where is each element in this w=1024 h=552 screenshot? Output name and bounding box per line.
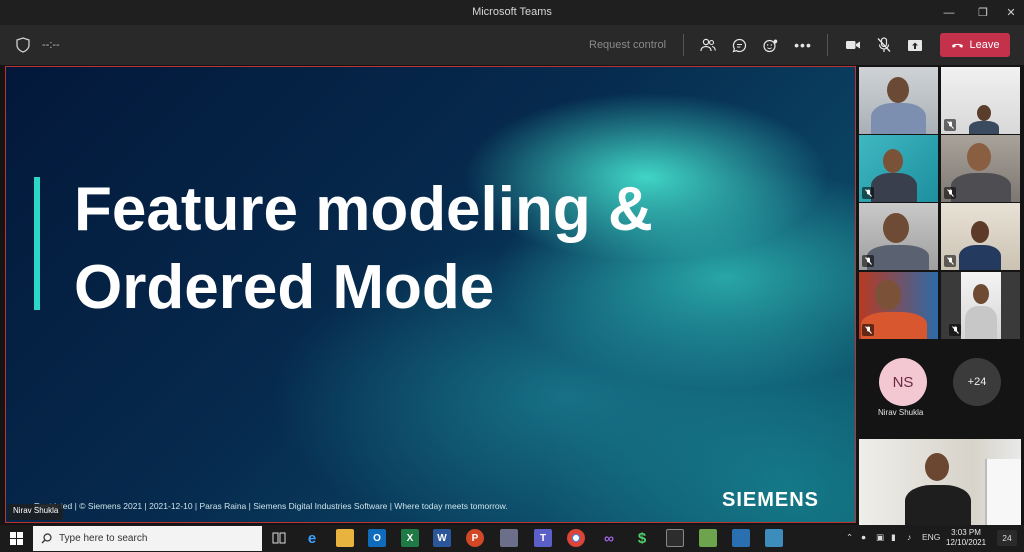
reactions-icon[interactable] [760,34,782,56]
edge-icon[interactable]: e [303,529,321,547]
self-view-tile[interactable] [859,439,1021,525]
participant-tile[interactable] [859,135,938,202]
visual-studio-icon[interactable]: ∞ [600,529,618,547]
mic-muted-icon [862,324,874,336]
slide-title: Feature modeling & Ordered Mode [74,171,834,327]
leave-label: Leave [969,39,1000,51]
participant-tile[interactable] [941,67,1020,134]
volume-icon[interactable]: ♪ [907,532,911,542]
windows-start-icon[interactable] [10,532,23,545]
taskbar-clock[interactable]: 3:03 PM 12/10/2021 [946,528,986,548]
mic-muted-icon [944,255,956,267]
app-icon[interactable] [765,529,783,547]
shield-icon[interactable] [16,37,30,53]
participant-tile[interactable] [941,272,1020,339]
share-screen-icon[interactable] [904,34,926,56]
taskbar-search-box[interactable]: Type here to search [33,526,262,551]
participant-tile[interactable] [941,203,1020,270]
toolbar-divider [683,34,684,56]
meeting-toolbar: --:-- Request control ••• Leave [0,25,1024,65]
chat-icon[interactable] [728,34,750,56]
search-placeholder: Type here to search [59,533,148,544]
app-icon[interactable] [732,529,750,547]
meeting-timer: --:-- [42,39,60,51]
leave-button[interactable]: Leave [940,33,1010,57]
restore-icon[interactable]: ❐ [968,0,998,25]
windows-taskbar: Type here to search e O X W P T ∞ $ ⌃ ● … [0,525,1024,552]
avatar[interactable]: NS [879,358,927,406]
minimize-icon[interactable]: — [934,0,964,25]
powerpoint-icon[interactable]: P [466,529,484,547]
chrome-icon[interactable] [567,529,585,547]
network-icon[interactable]: ▣ [876,532,884,543]
terminal-icon[interactable] [666,529,684,547]
search-icon [41,533,52,544]
participant-tile[interactable] [859,67,938,134]
mic-muted-icon [944,119,956,131]
presenter-name-tag: Nirav Shukla [8,504,64,520]
more-actions-icon[interactable]: ••• [792,34,814,56]
outlook-icon[interactable]: O [368,529,386,547]
toolbar-divider [827,34,828,56]
mic-tray-icon[interactable]: ● [861,532,866,542]
language-indicator[interactable]: ENG [922,532,940,542]
mic-muted-icon [944,187,956,199]
phone-hangup-icon [951,43,963,48]
word-icon[interactable]: W [433,529,451,547]
notepad-icon[interactable] [699,529,717,547]
avatar-name: Nirav Shukla [878,408,924,417]
title-bar: Microsoft Teams — ❐ ✕ [0,0,1024,25]
slide-accent-bar [34,177,40,310]
participant-tile[interactable] [941,135,1020,202]
mic-muted-icon [862,255,874,267]
slide-title-line-2: Ordered Mode [74,253,495,322]
teams-icon[interactable]: T [534,529,552,547]
participant-tile[interactable] [859,203,938,270]
participants-icon[interactable] [697,34,719,56]
file-explorer-icon[interactable] [336,529,354,547]
chevron-up-icon[interactable]: ⌃ [846,532,853,543]
more-participants-button[interactable]: +24 [953,358,1001,406]
window-title: Microsoft Teams [472,6,552,18]
dollar-app-icon[interactable]: $ [633,529,651,547]
camera-icon[interactable] [842,34,864,56]
clock-time: 3:03 PM [951,528,981,537]
mic-muted-icon [862,187,874,199]
battery-icon[interactable]: ▮ [891,532,896,543]
app-icon[interactable] [500,529,518,547]
shared-slide: Feature modeling & Ordered Mode Restrict… [5,66,856,523]
notification-count: 24 [1002,533,1012,543]
notification-center-icon[interactable]: 24 [997,530,1017,546]
request-control-button[interactable]: Request control [589,39,666,51]
task-view-icon[interactable] [270,529,288,547]
participant-tile[interactable] [859,272,938,339]
mic-muted-icon[interactable] [873,34,895,56]
slide-title-line-1: Feature modeling & [74,175,653,244]
siemens-logo: SIEMENS [722,489,820,511]
close-icon[interactable]: ✕ [996,0,1024,25]
mic-muted-icon [949,324,961,336]
slide-footer: Restricted | © Siemens 2021 | 2021-12-10… [34,501,508,511]
excel-icon[interactable]: X [401,529,419,547]
clock-date: 12/10/2021 [946,538,987,547]
